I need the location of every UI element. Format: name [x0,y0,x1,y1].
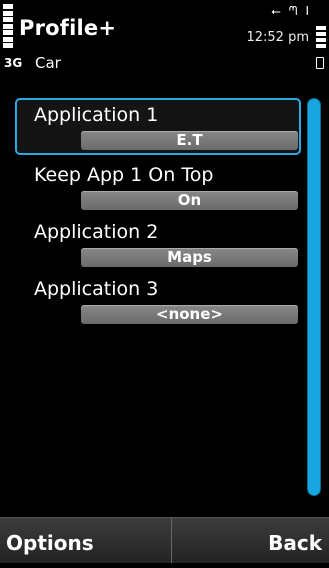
back-button[interactable]: Back [173,518,329,563]
setting-value[interactable]: On [81,191,298,210]
options-button[interactable]: Options [0,518,172,563]
setting-keep-app-on-top[interactable]: Keep App 1 On Top On [15,158,301,215]
keylock-icon [316,57,324,69]
setting-label: Keep App 1 On Top [34,164,214,186]
setting-value[interactable]: Maps [81,248,298,267]
softkey-bar: Options Back [0,517,329,563]
scrollbar[interactable] [308,99,320,495]
bluetooth-icon: I [305,4,309,18]
app-title: Profile+ [19,16,117,40]
usb-icon: ⭠ [271,4,281,18]
setting-value[interactable]: E.T [81,131,298,150]
setting-label: Application 1 [34,104,159,126]
status-icons: ⭠ ᘉ I [271,4,309,19]
status-bar: Profile+ ⭠ ᘉ I 12:52 pm 3G Car [0,0,329,82]
setting-value[interactable]: <none> [81,305,298,324]
network-type: 3G [4,56,23,70]
setting-label: Application 2 [34,221,159,243]
clock: 12:52 pm [246,30,309,45]
settings-list: Application 1 E.T Keep App 1 On Top On A… [0,96,329,496]
active-profile: Car [35,54,61,72]
setting-application-1[interactable]: Application 1 E.T [15,98,301,155]
headset-icon: ᘉ [288,4,298,18]
setting-application-3[interactable]: Application 3 <none> [15,272,301,329]
signal-strength-icon [3,4,13,48]
battery-icon [316,26,326,48]
setting-label: Application 3 [34,278,159,300]
setting-application-2[interactable]: Application 2 Maps [15,215,301,272]
